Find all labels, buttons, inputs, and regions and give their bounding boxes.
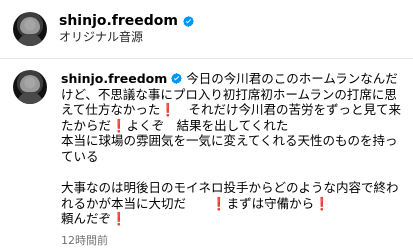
verified-badge-icon bbox=[182, 15, 195, 28]
comment-line-4: 大事なのは明後日のモイネロ投手からどのような内容で終われるかが本当に大切だ ❗️… bbox=[61, 180, 399, 211]
comment-line-2: 本当に球場の雰囲気を一気に変えてくれる天性のものを持っている bbox=[61, 133, 398, 164]
comment-line-3 bbox=[61, 165, 406, 181]
comment-body: shinjo.freedom 今日の今川君のこのホームランなんだけど、不思議な事に… bbox=[61, 71, 406, 249]
profile-username[interactable]: shinjo.freedom bbox=[59, 13, 178, 29]
profile-name-line: shinjo.freedom bbox=[59, 13, 195, 29]
profile-avatar[interactable] bbox=[13, 12, 47, 46]
comment-timestamp: 12時間前 bbox=[61, 233, 108, 247]
profile-meta: shinjo.freedom オリジナル音源 bbox=[59, 13, 195, 45]
comment-username[interactable]: shinjo.freedom bbox=[61, 71, 167, 86]
verified-badge-icon bbox=[170, 72, 183, 85]
comment-avatar[interactable] bbox=[13, 70, 47, 104]
post-header: shinjo.freedom オリジナル音源 bbox=[13, 7, 195, 51]
audio-source-label[interactable]: オリジナル音源 bbox=[59, 30, 195, 45]
section-divider bbox=[0, 58, 413, 59]
comment-line-5: 頼んだぞ❗️ bbox=[61, 211, 127, 227]
